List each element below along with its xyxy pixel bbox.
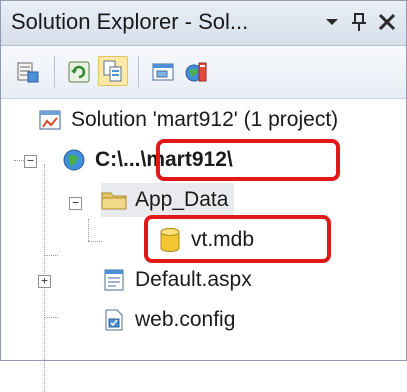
- folder-icon: [101, 187, 127, 213]
- view-designer-icon[interactable]: [148, 57, 178, 87]
- tree-label-default-aspx: Default.aspx: [135, 268, 252, 291]
- tree-line: [14, 160, 24, 161]
- refresh-icon[interactable]: [64, 57, 94, 87]
- tree-item-solution[interactable]: Solution 'mart912' (1 project): [37, 103, 338, 137]
- tree-line: [88, 241, 102, 242]
- aspx-page-icon: [101, 267, 127, 293]
- tree-item-app-data[interactable]: App_Data: [101, 183, 235, 217]
- toolbar-separator: [138, 56, 139, 88]
- highlight-box: [144, 215, 331, 263]
- tree-label-app-data: App_Data: [135, 188, 229, 211]
- title-bar: Solution Explorer - Sol...: [1, 1, 406, 46]
- tree-line: [44, 255, 58, 256]
- collapse-toggle[interactable]: −: [24, 155, 37, 168]
- tree-line: [88, 219, 89, 241]
- tree-item-default-aspx[interactable]: Default.aspx: [101, 263, 252, 297]
- toolbar-separator: [54, 56, 55, 88]
- solution-explorer-window: Solution Explorer - Sol... Solution 'mar…: [0, 0, 407, 392]
- properties-icon[interactable]: [13, 57, 43, 87]
- tree-line: [44, 317, 58, 318]
- solution-tree: Solution 'mart912' (1 project) − C:\...\…: [1, 99, 406, 392]
- show-all-files-icon[interactable]: [98, 56, 128, 86]
- solution-icon: [37, 107, 63, 133]
- close-icon[interactable]: [374, 8, 400, 36]
- expand-toggle[interactable]: +: [38, 275, 51, 288]
- collapse-toggle[interactable]: −: [69, 197, 82, 210]
- copy-website-icon[interactable]: [182, 57, 212, 87]
- window-title: Solution Explorer - Sol...: [11, 9, 249, 34]
- config-file-icon: [101, 307, 127, 333]
- highlight-box: [156, 139, 340, 181]
- tree-item-web-config[interactable]: web.config: [101, 303, 235, 337]
- toolbar: [1, 46, 406, 99]
- pin-icon[interactable]: [346, 8, 372, 36]
- web-project-icon: [61, 147, 87, 173]
- tree-label-web-config: web.config: [135, 308, 236, 331]
- tree-label-solution: Solution 'mart912' (1 project): [71, 108, 339, 131]
- chevron-down-icon[interactable]: [320, 8, 344, 36]
